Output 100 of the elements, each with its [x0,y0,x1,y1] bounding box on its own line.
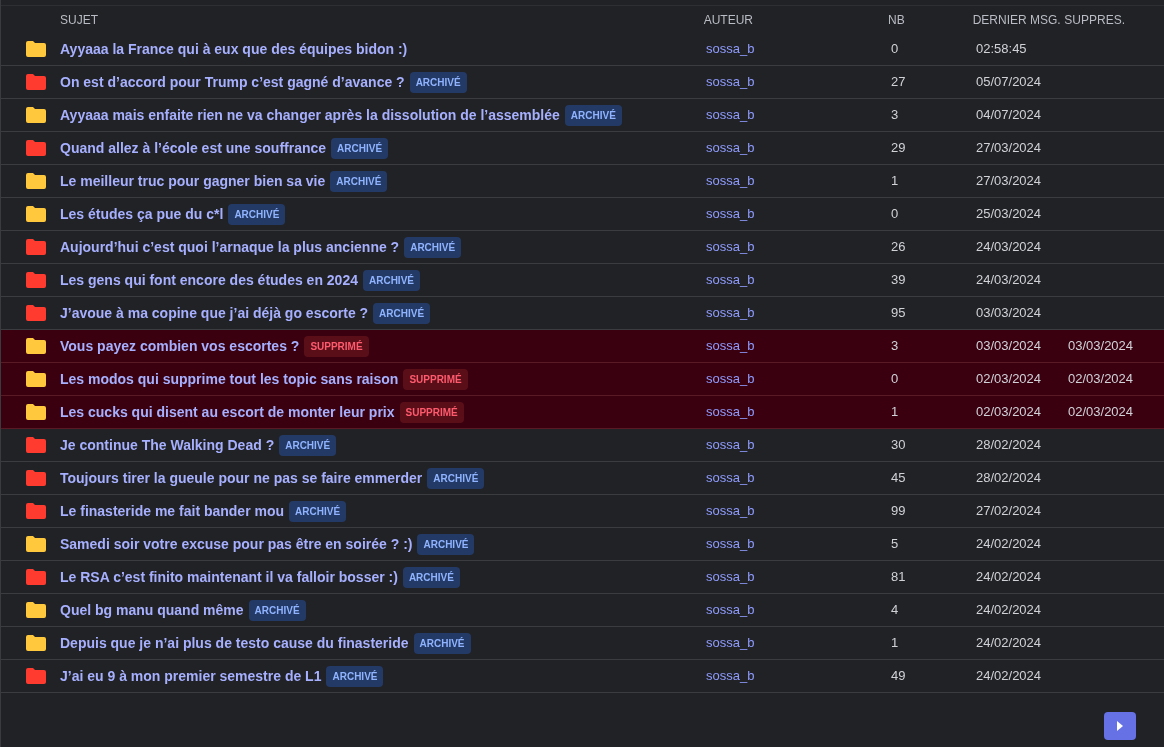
deletion-date: 03/03/2024 [1068,337,1134,356]
author-link[interactable]: sossa_b [706,534,891,554]
author-link[interactable]: sossa_b [706,402,891,422]
status-tag: ARCHIVÉ [409,71,467,93]
topic-link[interactable]: Samedi soir votre excuse pour pas être en soirée ? :) [60,533,413,555]
topic-link[interactable]: Les gens qui font encore des études en 2024 [60,269,358,291]
last-message-date: 24/02/2024 [976,535,1043,554]
topic-link[interactable]: Quel bg manu quand même [60,599,244,621]
topic-link[interactable]: On est d’accord pour Trump c’est gagné d’avance ? [60,71,405,93]
status-tag: ARCHIVÉ [413,632,471,654]
status-tag: ARCHIVÉ [289,500,347,522]
deletion-date: 02/03/2024 [1068,370,1134,389]
author-link[interactable]: sossa_b [706,105,891,125]
reply-count: 1 [891,172,900,191]
last-message-date: 24/02/2024 [976,667,1043,686]
status-tag: ARCHIVÉ [330,170,388,192]
author-link[interactable]: sossa_b [706,72,891,92]
topic-link[interactable]: J’ai eu 9 à mon premier semestre de L1 [60,665,322,687]
status-tag: SUPPRIMÉ [399,401,464,423]
column-header: NB [888,11,906,29]
topic-link[interactable]: Les études ça pue du c*l [60,203,224,225]
reply-count: 81 [891,568,907,587]
reply-count: 95 [891,304,907,323]
topic-link[interactable]: Ayyaaa mais enfaite rien ne va changer après la dissolution de l’assemblée [60,104,560,126]
status-tag: SUPPRIMÉ [304,335,369,357]
deletion-date: 02/03/2024 [1068,403,1134,422]
author-link[interactable]: sossa_b [706,567,891,587]
reply-count: 30 [891,436,907,455]
topic-link[interactable]: Les cucks qui disent au escort de monter leur prix [60,401,395,423]
topic-link[interactable]: Le finasteride me fait bander mou [60,500,285,522]
reply-count: 99 [891,502,907,521]
last-message-date: 24/03/2024 [976,271,1043,290]
status-tag: ARCHIVÉ [279,434,337,456]
reply-count: 27 [891,73,907,92]
reply-count: 5 [891,535,900,554]
reply-count: 0 [891,205,900,224]
author-link[interactable]: sossa_b [706,435,891,455]
last-message-date: 28/02/2024 [976,469,1043,488]
topic-link[interactable]: Toujours tirer la gueule pour ne pas se faire emmerder [60,467,423,489]
reply-count: 49 [891,667,907,686]
author-link[interactable]: sossa_b [706,600,891,620]
topic-link[interactable]: Le RSA c’est finito maintenant il va falloir bosser :) [60,566,398,588]
topic-link[interactable]: Le meilleur truc pour gagner bien sa vie [60,170,326,192]
status-tag: SUPPRIMÉ [403,368,468,390]
author-link[interactable]: sossa_b [706,633,891,653]
topic-link[interactable]: Vous payez combien vos escortes ? [60,335,300,357]
last-message-date: 02:58:45 [976,40,1028,59]
author-link[interactable]: sossa_b [706,336,891,356]
topic-link[interactable]: Ayyaaa la France qui à eux que des équipes bidon :) [60,38,408,60]
reply-count: 3 [891,337,900,356]
last-message-date: 27/03/2024 [976,172,1043,191]
last-message-date: 24/02/2024 [976,634,1043,653]
reply-count: 1 [891,403,900,422]
author-link[interactable]: sossa_b [706,138,891,158]
last-message-date: 05/07/2024 [976,73,1043,92]
next-page-button[interactable] [1104,712,1136,740]
topic-link[interactable]: Je continue The Walking Dead ? [60,434,275,456]
last-message-date: 03/03/2024 [976,337,1043,356]
last-message-date: 28/02/2024 [976,436,1043,455]
last-message-date: 24/02/2024 [976,601,1043,620]
reply-count: 26 [891,238,907,257]
last-message-date: 27/03/2024 [976,139,1043,158]
status-tag: ARCHIVÉ [228,203,286,225]
last-message-date: 02/03/2024 [976,370,1043,389]
author-link[interactable]: sossa_b [706,39,891,59]
topic-link[interactable]: Quand allez à l’école est une souffrance [60,137,327,159]
reply-count: 29 [891,139,907,158]
last-message-date: 03/03/2024 [976,304,1043,323]
status-tag: ARCHIVÉ [564,104,622,126]
status-tag: ARCHIVÉ [363,269,420,291]
topic-link[interactable]: Depuis que je n’ai plus de testo cause du finasteride [60,632,409,654]
topic-link[interactable]: Aujourd’hui c’est quoi l’arnaque la plus ancienne ? [60,236,400,258]
reply-count: 0 [891,370,900,389]
author-link[interactable]: sossa_b [706,468,891,488]
author-link[interactable]: sossa_b [706,270,891,290]
author-link[interactable]: sossa_b [706,171,891,191]
author-link[interactable]: sossa_b [706,237,891,257]
column-header: DERNIER MSG. [972,11,1062,29]
author-link[interactable]: sossa_b [706,501,891,521]
topic-link[interactable]: Les modos qui supprime tout les topic sans raison [60,368,399,390]
status-tag: ARCHIVÉ [373,302,431,324]
author-link[interactable]: sossa_b [706,303,891,323]
last-message-date: 25/03/2024 [976,205,1043,224]
author-link[interactable]: sossa_b [706,369,891,389]
column-header: SUJET [60,11,99,29]
status-tag: ARCHIVÉ [248,599,306,621]
reply-count: 45 [891,469,907,488]
status-tag: ARCHIVÉ [402,566,460,588]
author-link[interactable]: sossa_b [706,204,891,224]
reply-count: 39 [891,271,907,290]
status-tag: ARCHIVÉ [427,467,485,489]
topic-link[interactable]: J’avoue à ma copine que j’ai déjà go escorte ? [60,302,369,324]
play-icon [1117,721,1123,731]
status-tag: ARCHIVÉ [331,137,389,159]
column-header: AUTEUR [703,11,754,29]
author-link[interactable]: sossa_b [706,666,891,686]
column-header: SUPPRES. [1064,11,1127,29]
last-message-date: 24/02/2024 [976,568,1043,587]
status-tag: ARCHIVÉ [417,533,475,555]
last-message-date: 27/02/2024 [976,502,1043,521]
